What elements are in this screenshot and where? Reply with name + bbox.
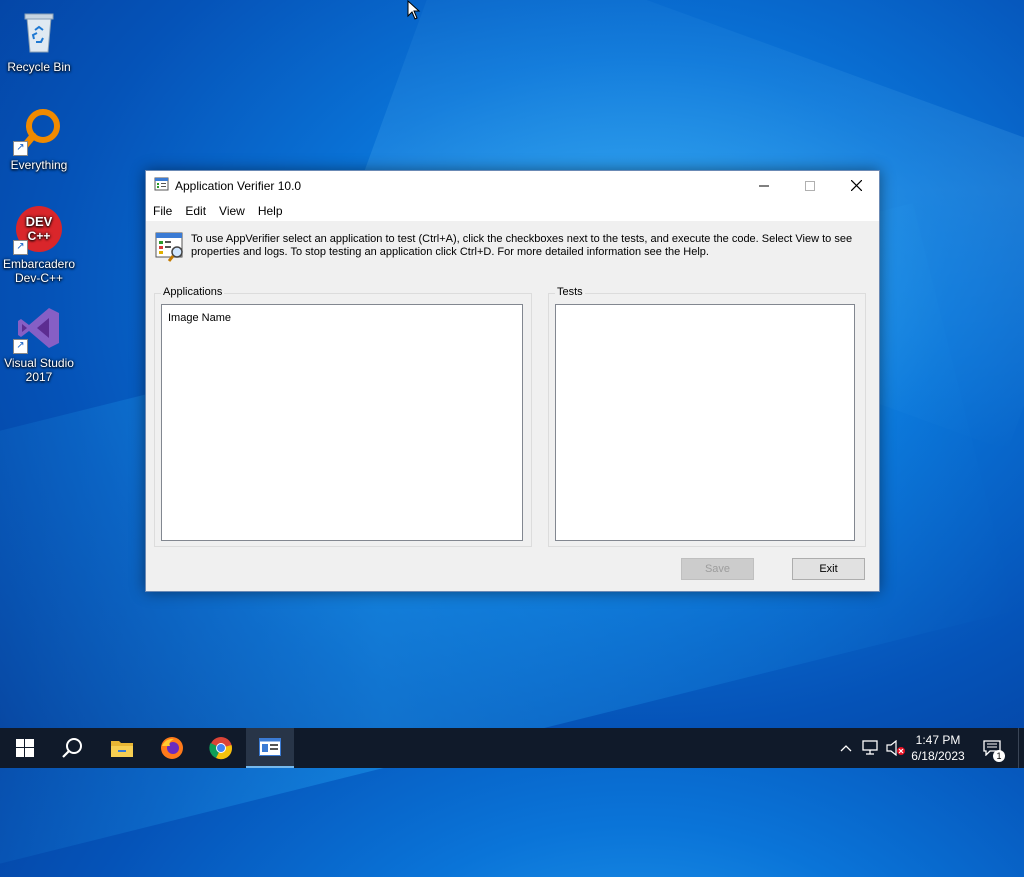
desktop-icon-label: Recycle Bin [7, 60, 71, 74]
close-icon [850, 179, 862, 192]
minimize-button[interactable] [741, 171, 787, 201]
desktop-icon-label: Everything [10, 158, 68, 172]
maximize-button[interactable] [787, 171, 833, 201]
desktop-icon-visual-studio[interactable]: ↗ Visual Studio 2017 [1, 304, 77, 384]
taskbar-firefox[interactable] [148, 728, 196, 768]
show-hidden-icons-button[interactable] [836, 728, 854, 768]
window-title: Application Verifier 10.0 [175, 179, 302, 193]
clock-date: 6/18/2023 [911, 749, 965, 763]
action-center-button[interactable]: 1 [978, 728, 1012, 768]
save-button[interactable]: Save [681, 558, 754, 580]
chevron-up-icon [840, 745, 852, 752]
search-button[interactable] [48, 728, 96, 768]
menu-view[interactable]: View [212, 201, 251, 218]
desktop-icon-dev-cpp[interactable]: DEV C++ ↗ Embarcadero Dev-C++ [1, 205, 77, 285]
menu-file[interactable]: File [146, 201, 178, 218]
app-verifier-checklist-icon [155, 232, 183, 262]
close-button[interactable] [833, 171, 879, 201]
app-verifier-taskbar-icon [259, 738, 281, 756]
mouse-cursor-icon [407, 0, 421, 20]
notification-count-badge: 1 [993, 750, 1005, 762]
network-icon [862, 740, 878, 755]
network-status-button[interactable] [858, 728, 882, 768]
everything-magnifier-icon: ↗ [13, 106, 63, 156]
folder-icon [111, 741, 133, 757]
shortcut-arrow-icon: ↗ [13, 339, 28, 354]
app-verifier-icon [154, 177, 169, 191]
search-icon [62, 738, 82, 758]
tests-group-label: Tests [555, 286, 585, 298]
clock-time: 1:47 PM [915, 733, 961, 747]
taskbar: 1:47 PM 6/18/2023 1 [0, 728, 1024, 768]
title-bar[interactable]: Application Verifier 10.0 [146, 171, 879, 201]
maximize-icon [805, 181, 815, 191]
shortcut-arrow-icon: ↗ [13, 141, 28, 156]
exit-button[interactable]: Exit [792, 558, 865, 580]
desktop-icon-label-line: Embarcadero [2, 257, 76, 271]
desktop-icon-label-line: Dev-C++ [14, 271, 64, 285]
shortcut-arrow-icon: ↗ [13, 240, 28, 255]
show-desktop-button[interactable] [1018, 728, 1024, 768]
clock[interactable]: 1:47 PM 6/18/2023 [905, 732, 971, 764]
dev-cpp-logo-text: C++ [28, 229, 51, 243]
info-text: To use AppVerifier select an application… [191, 233, 853, 258]
recycle-bin-icon [15, 8, 63, 56]
applications-group-label: Applications [161, 286, 225, 298]
desktop-icon-recycle-bin[interactable]: Recycle Bin [1, 8, 77, 74]
tests-list[interactable] [555, 304, 855, 541]
taskbar-chrome[interactable] [197, 728, 245, 768]
chrome-icon [209, 737, 232, 760]
visual-studio-logo-icon: ↗ [13, 304, 63, 354]
volume-muted-icon [886, 740, 905, 756]
menu-help[interactable]: Help [251, 201, 289, 218]
minimize-icon [759, 185, 769, 187]
menu-bar: File Edit View Help [146, 201, 879, 221]
column-header-image-name[interactable]: Image Name [168, 312, 231, 324]
desktop-icon-label-line: 2017 [25, 370, 53, 384]
firefox-icon [161, 737, 183, 759]
applications-group: Applications Image Name [154, 286, 532, 547]
taskbar-application-verifier[interactable] [246, 728, 294, 768]
dev-cpp-logo-icon: DEV C++ ↗ [13, 205, 63, 255]
windows-logo-icon [16, 739, 34, 757]
start-button[interactable] [0, 728, 48, 768]
tests-group: Tests [548, 286, 866, 547]
applications-list[interactable]: Image Name [161, 304, 523, 541]
taskbar-file-explorer[interactable] [98, 728, 146, 768]
menu-edit[interactable]: Edit [178, 201, 212, 218]
app-verifier-window: Application Verifier 10.0 File Edit View He… [145, 170, 880, 592]
dev-cpp-logo-text: DEV [26, 214, 53, 229]
desktop-icon-label-line: Visual Studio [4, 356, 74, 370]
desktop-icon-everything[interactable]: ↗ Everything [1, 106, 77, 172]
